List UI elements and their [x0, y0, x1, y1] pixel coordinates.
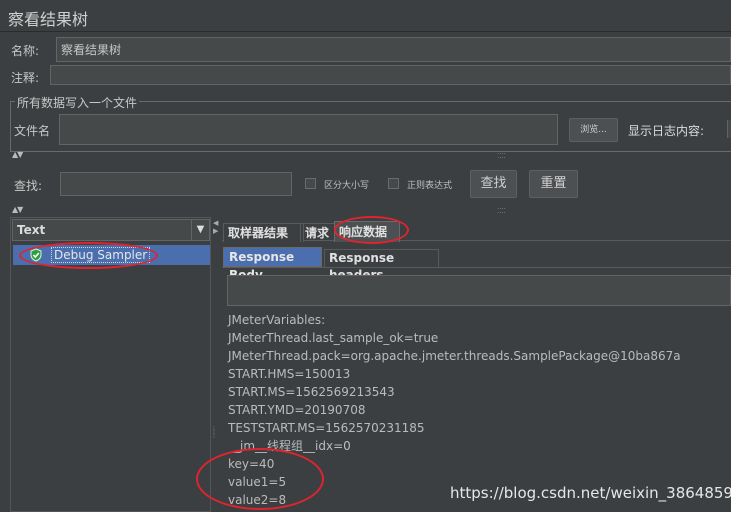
splitter-grip-icon[interactable]: ⁚⁚⁚⁚ — [497, 207, 506, 215]
file-section-label: 所有数据写入一个文件 — [15, 94, 140, 111]
collapse-arrows-icon[interactable]: ▲▼ — [12, 150, 23, 159]
name-field[interactable]: 察看结果树 — [56, 37, 731, 62]
split-arrows-icon[interactable]: ◀ ▶ — [213, 219, 218, 235]
case-sensitive-checkbox[interactable] — [305, 178, 316, 189]
tab-sampler-result[interactable]: 取样器结果 — [223, 223, 304, 242]
renderer-select[interactable]: Text ▼ — [12, 219, 210, 241]
name-value: 察看结果树 — [61, 43, 122, 57]
divider — [0, 31, 731, 32]
search-label: 查找: — [14, 179, 43, 193]
comment-field[interactable] — [50, 65, 731, 85]
response-line: JMeterVariables: — [228, 313, 326, 327]
search-input[interactable] — [60, 172, 292, 196]
tab-request[interactable]: 请求 — [300, 223, 338, 242]
log-content-label: 显示日志内容: — [628, 124, 705, 138]
log-content-select[interactable] — [727, 120, 731, 138]
find-button[interactable]: 查找 — [470, 170, 517, 198]
window-title: 察看结果树 — [8, 10, 89, 29]
response-line: key=40 — [228, 457, 275, 471]
tree-item-debug-sampler[interactable]: Debug Sampler — [13, 245, 210, 265]
response-line: START.HMS=150013 — [228, 367, 351, 381]
tree-item-label: Debug Sampler — [51, 247, 151, 263]
response-line: JMeterThread.pack=org.apache.jmeter.thre… — [228, 349, 681, 363]
browse-button[interactable]: 浏览... — [569, 118, 618, 142]
case-sensitive-label: 区分大小写 — [324, 181, 370, 191]
response-line: JMeterThread.last_sample_ok=true — [228, 331, 439, 345]
filename-input[interactable] — [59, 114, 558, 145]
splitter-grip-icon[interactable]: ⁝ ⁝ ⁝ — [213, 426, 215, 440]
renderer-select-value: Text — [17, 223, 46, 237]
regex-checkbox[interactable] — [388, 178, 399, 189]
response-line: START.MS=1562569213543 — [228, 385, 395, 399]
watermark: https://blog.csdn.net/weixin_38648597 — [450, 484, 731, 502]
response-line: TESTSTART.MS=1562570231185 — [228, 421, 425, 435]
filename-label: 文件名 — [14, 124, 51, 138]
shield-check-icon — [29, 248, 43, 265]
collapse-arrows-icon[interactable]: ▲▼ — [12, 205, 23, 214]
regex-label: 正则表达式 — [407, 181, 453, 191]
subtab-response-body[interactable]: Response Body — [223, 247, 322, 282]
subtab-response-headers[interactable]: Response headers — [324, 249, 439, 282]
subtab-baseline — [222, 267, 731, 268]
reset-button[interactable]: 重置 — [529, 170, 578, 198]
response-body: JMeterVariables: JMeterThread.last_sampl… — [228, 311, 681, 509]
chevron-down-icon[interactable]: ▼ — [191, 220, 209, 240]
response-search-input[interactable] — [227, 275, 731, 306]
tab-response-data[interactable]: 响应数据 — [334, 221, 400, 242]
comment-label: 注释: — [11, 71, 40, 85]
name-label: 名称: — [11, 44, 40, 58]
response-line: START.YMD=20190708 — [228, 403, 366, 417]
vertical-splitter[interactable] — [211, 217, 221, 512]
response-line: __jm__线程组__idx=0 — [228, 439, 351, 453]
splitter-grip-icon[interactable]: ⁚⁚⁚⁚ — [497, 152, 506, 160]
